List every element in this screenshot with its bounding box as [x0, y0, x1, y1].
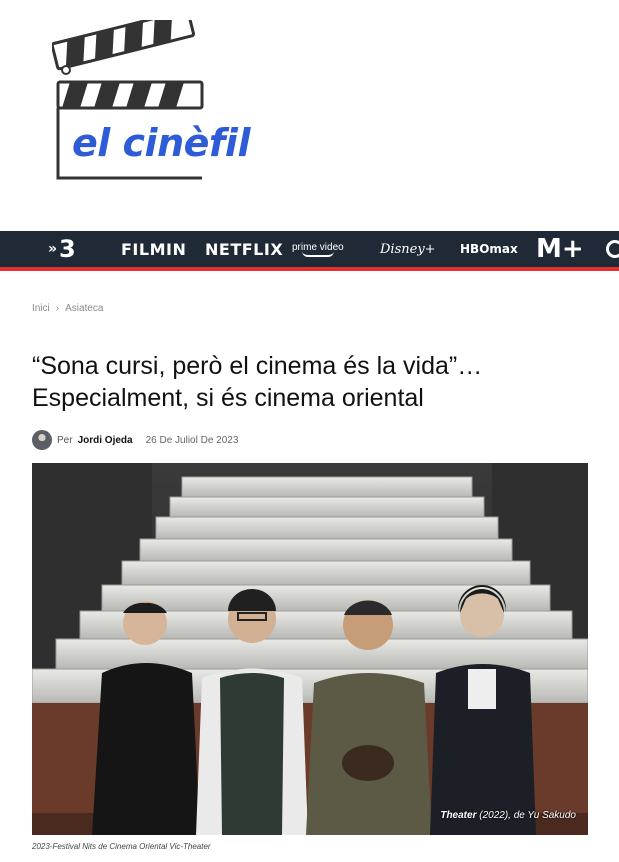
nav-item-label: 3	[59, 235, 76, 263]
nav-item-netflix[interactable]: NETFLIX	[205, 231, 283, 267]
nav-item-label: Disney+	[380, 241, 436, 257]
breadcrumb-section-link[interactable]: Asiateca	[65, 303, 103, 314]
author-avatar[interactable]	[32, 430, 52, 450]
article-title-line1: “Sona cursi, però el cinema és la vida”…	[32, 352, 483, 380]
nav-item-label: FILMIN	[121, 239, 187, 259]
breadcrumb-separator: ›	[55, 303, 60, 314]
nav-item-label: M+	[536, 234, 584, 264]
article-featured-image: Theater (2022), de Yu Sakudo	[32, 463, 588, 835]
nav-item-filmin[interactable]: FILMIN	[121, 231, 186, 267]
nav-item-prime-video[interactable]: prime video	[292, 231, 344, 267]
logo-text: el cinèfil	[72, 121, 251, 165]
article-title: “Sona cursi, però el cinema és la vida”……	[32, 350, 592, 414]
nav-item-hbo-max[interactable]: HBOmax	[460, 231, 518, 267]
tv3-arrow-icon: »	[48, 241, 58, 257]
article-title-line2: Especialment, si és cinema oriental	[32, 384, 424, 412]
theater-photo-illustration	[32, 463, 588, 835]
photo-credit-title: Theater	[440, 810, 477, 821]
nav-item-movistar-plus[interactable]: M+	[536, 231, 584, 267]
nav-item-disney-plus[interactable]: Disney+	[380, 231, 436, 267]
nav-item-tv3[interactable]: » 3	[48, 231, 76, 267]
publish-date: 26 De Juliol De 2023	[145, 434, 239, 446]
nav-next-logo-icon[interactable]	[606, 240, 619, 258]
streaming-nav-bar: » 3 FILMIN NETFLIX prime video Disney+ H…	[0, 231, 619, 271]
photo-credit-rest: (2022), de Yu Sakudo	[476, 810, 576, 821]
prime-smile-icon	[301, 251, 334, 257]
by-label: Per	[57, 434, 73, 446]
article-meta: Per Jordi Ojeda 26 De Juliol De 2023	[32, 430, 238, 450]
photo-credit: Theater (2022), de Yu Sakudo	[440, 810, 576, 821]
nav-item-label: HBOmax	[460, 242, 518, 256]
breadcrumb-home-link[interactable]: Inici	[32, 303, 50, 314]
image-caption: 2023-Festival Nits de Cinema Oriental Vi…	[32, 842, 211, 851]
site-logo[interactable]: el cinèfil	[52, 20, 251, 185]
breadcrumb: Inici › Asiateca	[32, 303, 104, 314]
author-link[interactable]: Jordi Ojeda	[78, 435, 133, 446]
nav-item-label: NETFLIX	[205, 239, 284, 259]
